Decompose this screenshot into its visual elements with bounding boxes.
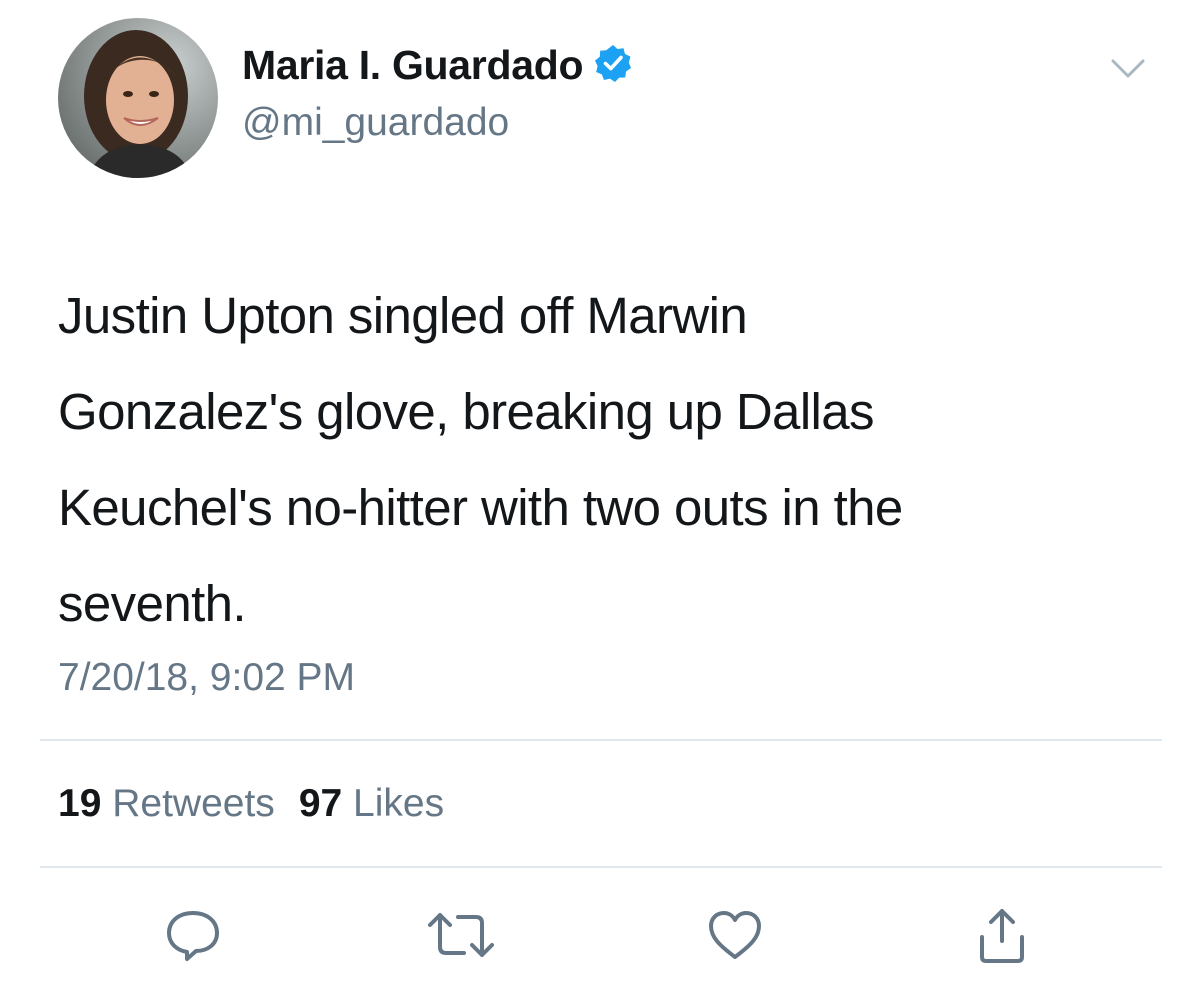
tweet-text-line: Gonzalez's glove, breaking up Dallas: [58, 383, 875, 440]
tweet-text-line: Justin Upton singled off Marwin: [58, 287, 748, 344]
divider-top: [40, 739, 1162, 741]
engagement-stats: 19 Retweets 97 Likes: [58, 782, 444, 826]
like-button[interactable]: [700, 900, 770, 970]
reply-icon: [167, 911, 219, 961]
display-name-text: Maria I. Guardado: [242, 42, 584, 88]
reply-button[interactable]: [158, 900, 228, 970]
user-handle[interactable]: @mi_guardado: [242, 101, 509, 145]
divider-bottom: [40, 866, 1162, 868]
likes-stat[interactable]: 97 Likes: [299, 782, 444, 825]
retweets-label: Retweets: [112, 782, 275, 825]
share-button[interactable]: [967, 900, 1037, 970]
tweet-text-line: seventh.: [58, 575, 247, 632]
likes-count: 97: [298, 782, 343, 825]
chevron-down-icon[interactable]: [1110, 56, 1146, 82]
tweet-text-line: Keuchel's no-hitter with two outs in the: [58, 479, 903, 536]
avatar[interactable]: [58, 18, 218, 178]
retweets-stat[interactable]: 19 Retweets: [58, 782, 275, 825]
timestamp[interactable]: 7/20/18, 9:02 PM: [58, 656, 355, 700]
display-name[interactable]: Maria I. Guardado: [242, 42, 633, 93]
share-icon: [980, 909, 1024, 963]
like-icon: [709, 911, 761, 959]
verified-badge-icon: [593, 43, 633, 93]
action-bar: [0, 900, 1200, 970]
retweet-icon: [428, 913, 494, 957]
tweet-text: Justin Upton singled off Marwin Gonzalez…: [58, 268, 1158, 652]
likes-label: Likes: [353, 782, 445, 825]
tweet-detail: Maria I. Guardado @mi_guardado Justin Up…: [0, 0, 1200, 990]
retweet-button[interactable]: [426, 900, 496, 970]
retweets-count: 19: [58, 782, 102, 825]
profile-photo: [58, 18, 218, 178]
